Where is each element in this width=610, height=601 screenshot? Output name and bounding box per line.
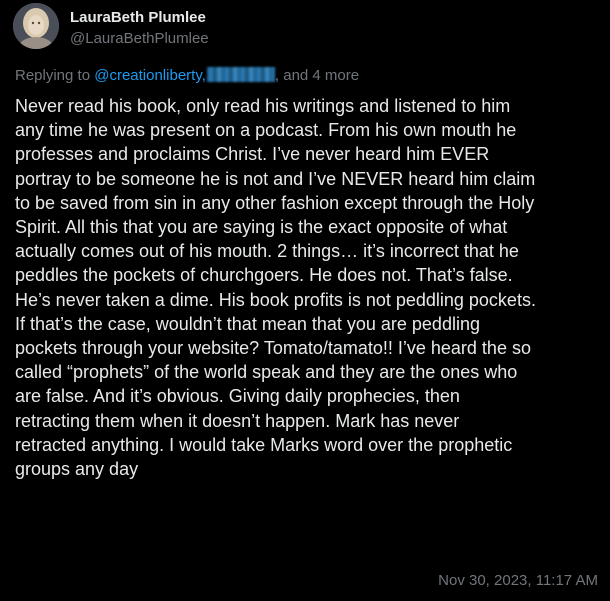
profile-photo (13, 3, 59, 49)
mention-link[interactable]: @creationliberty (94, 67, 202, 84)
tweet-line: groups any day (15, 459, 139, 480)
tweet-line: professes and proclaims Christ. I’ve nev… (15, 144, 490, 165)
tweet-timestamp[interactable]: Nov 30, 2023, 11:17 AM (438, 572, 598, 589)
tweet-line: retracting them when it doesn’t happen. … (15, 410, 460, 431)
tweet-line: Spirit. All this that you are saying is … (15, 217, 508, 238)
tweet-line: called “prophets” of the world speak and… (15, 362, 518, 383)
tweet-line: pockets through your website? Tomato/tam… (15, 338, 531, 359)
tweet-line: Never read his book, only read his writi… (15, 96, 511, 116)
tweet-line: He’s never taken a dime. His book profit… (15, 289, 536, 310)
avatar[interactable] (13, 3, 59, 49)
tweet-line: any time he was present on a podcast. Fr… (15, 120, 517, 141)
tweet-line: to be saved from sin in any other fashio… (15, 192, 535, 213)
replying-to-suffix[interactable]: , and 4 more (275, 67, 359, 84)
mention-separator: , (201, 67, 206, 84)
tweet-line: retracted anything. I would take Marks w… (15, 434, 513, 455)
author-handle[interactable]: @LauraBethPlumlee (70, 30, 209, 47)
tweet-line: are false. And it’s obvious. Giving dail… (15, 386, 460, 407)
author-name[interactable]: LauraBeth Plumlee (70, 9, 206, 26)
tweet-line: peddles the pockets of churchgoers. He d… (15, 265, 513, 286)
replying-to: Replying to @creationliberty, , and 4 mor… (15, 67, 359, 84)
tweet-line: portray to be someone he is not and I’ve… (15, 168, 536, 189)
redacted-mention (206, 67, 275, 82)
tweet-line: actually comes out of his mouth. 2 thing… (15, 241, 519, 262)
tweet-line: If that’s the case, wouldn’t that mean t… (15, 313, 480, 334)
tweet-text: Never read his book, only read his writi… (15, 94, 599, 481)
replying-to-prefix: Replying to (15, 67, 91, 84)
